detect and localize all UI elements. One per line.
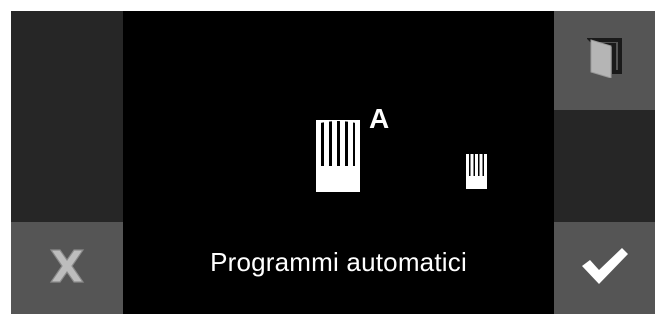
close-icon xyxy=(47,248,87,289)
program-title: Programmi automatici xyxy=(210,247,467,277)
checkmark-icon xyxy=(580,246,630,291)
chef-hat-icon xyxy=(466,154,487,194)
left-empty-button[interactable] xyxy=(11,11,123,222)
main-display: A Programmi automatici xyxy=(123,11,554,314)
cancel-button[interactable] xyxy=(11,222,123,314)
chef-hat-icon xyxy=(316,117,360,197)
control-panel-screen: A Programmi automatici xyxy=(11,11,655,314)
confirm-button[interactable] xyxy=(554,222,655,314)
door-button[interactable] xyxy=(554,11,655,110)
auto-badge: A xyxy=(369,103,390,134)
left-button-column xyxy=(11,11,123,314)
right-empty-button[interactable] xyxy=(554,110,655,222)
door-icon xyxy=(585,38,623,83)
right-button-column xyxy=(554,11,655,314)
